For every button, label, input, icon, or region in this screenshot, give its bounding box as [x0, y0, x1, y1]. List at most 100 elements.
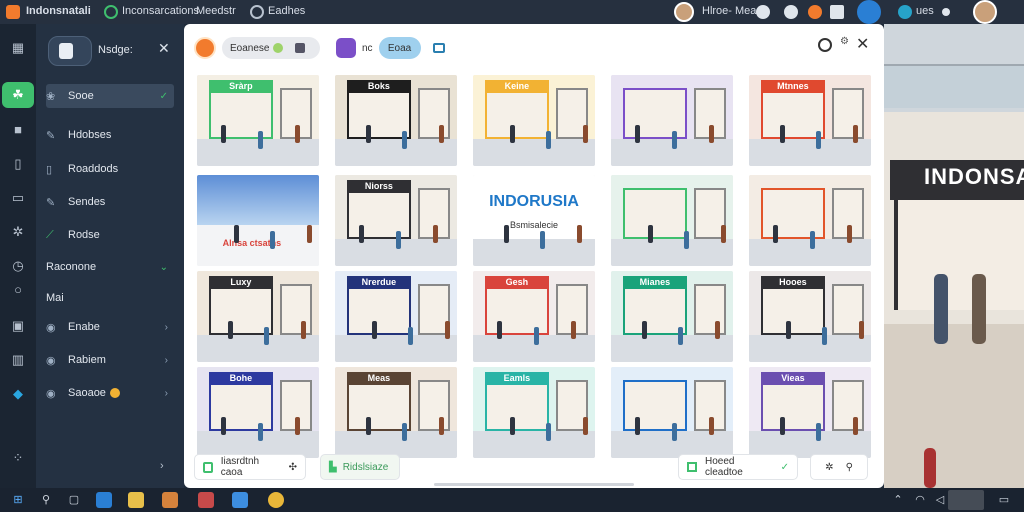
close-icon[interactable]: ✕: [856, 34, 869, 54]
menu-item-2[interactable]: Meedstr: [196, 5, 236, 17]
brand-icon[interactable]: [194, 37, 216, 59]
window-icon[interactable]: [432, 43, 445, 53]
gallery-thumbnail[interactable]: INDORUSIA Bsmisalecie: [473, 175, 595, 266]
thumbnail-person: [773, 225, 779, 244]
tag-icon: [295, 43, 306, 53]
image-icon[interactable]: ▭: [8, 188, 28, 208]
tab-label[interactable]: nc: [362, 43, 373, 54]
bottom-button-2[interactable]: ▙ Ridslsiaze: [320, 454, 400, 480]
more-icon[interactable]: [942, 8, 950, 16]
gallery-thumbnail[interactable]: [611, 175, 733, 266]
sidebar-item-10[interactable]: ◉ Saoaoe ›: [46, 381, 174, 405]
home-icon[interactable]: ☘: [2, 82, 34, 108]
gallery-thumbnail[interactable]: Sràrp: [197, 75, 319, 166]
gallery-thumbnail[interactable]: Mtnnes: [749, 75, 871, 166]
settings-icon[interactable]: ⚙: [840, 36, 849, 47]
chart-icon[interactable]: ▥: [8, 350, 28, 370]
sidebar-item-4[interactable]: ✎ Sendes: [46, 190, 174, 214]
thumbnail-person: [779, 417, 785, 436]
store-icon[interactable]: [198, 492, 214, 508]
thumbnail-person: [852, 417, 858, 436]
user-avatar[interactable]: [674, 2, 694, 22]
tray-icon[interactable]: ⌃: [890, 492, 906, 508]
sidebar-item-5[interactable]: ⟋ Rodse: [46, 223, 174, 247]
gallery-thumbnail[interactable]: Bohe: [197, 367, 319, 458]
whatsapp-icon[interactable]: [104, 5, 118, 19]
task-view-icon[interactable]: ▢: [66, 492, 82, 508]
gallery-thumbnail[interactable]: [611, 367, 733, 458]
user-label: Hlroe- Meao: [702, 5, 763, 17]
start-icon[interactable]: ⊞: [10, 492, 26, 508]
circle-icon[interactable]: ○: [8, 280, 28, 300]
bottom-button-3[interactable]: Hoeed cleadtoe ✓: [678, 454, 798, 480]
gallery-thumbnail[interactable]: Keine: [473, 75, 595, 166]
shield-icon[interactable]: ◆: [8, 384, 28, 404]
store-sign: INDONSAI: [924, 164, 1024, 189]
document-icon[interactable]: ▯: [8, 154, 28, 174]
gallery-thumbnail[interactable]: Nrerdue: [335, 271, 457, 362]
tools-button[interactable]: ✲ ⚲: [810, 454, 868, 480]
location-icon[interactable]: [756, 5, 770, 19]
sidebar-item-7[interactable]: Mai: [46, 286, 174, 310]
mail-icon[interactable]: [232, 492, 248, 508]
menu-item-3[interactable]: Eadhes: [268, 5, 305, 17]
collapse-icon[interactable]: ›: [160, 460, 164, 472]
chat-icon[interactable]: [250, 5, 264, 19]
clock[interactable]: [948, 490, 984, 510]
gallery-thumbnail[interactable]: [749, 175, 871, 266]
profile-avatar[interactable]: [973, 0, 997, 24]
sidebar-item-1[interactable]: ❀ Sooe ✓: [46, 84, 174, 108]
status-icon[interactable]: [898, 5, 912, 19]
thumbnail-person: [509, 417, 515, 436]
sidebar-item-9[interactable]: ◉ Rabiem ›: [46, 348, 174, 372]
grid-icon[interactable]: ▦: [8, 38, 28, 58]
window-icon[interactable]: ▣: [8, 316, 28, 336]
tab-icon[interactable]: [336, 38, 356, 58]
gallery-thumbnail[interactable]: Vieas: [749, 367, 871, 458]
thumbnail-person: [576, 225, 582, 244]
browser-icon[interactable]: [96, 492, 112, 508]
gallery-thumbnail[interactable]: Mianes: [611, 271, 733, 362]
gallery-thumbnail[interactable]: Niorss: [335, 175, 457, 266]
close-icon[interactable]: ✕: [158, 40, 170, 57]
sidebar-item-label: Roaddods: [68, 163, 119, 175]
square-icon: [687, 462, 697, 472]
record-icon[interactable]: [808, 5, 822, 19]
filter-pill[interactable]: Eoanese: [222, 37, 320, 59]
gallery-thumbnail[interactable]: Boks: [335, 75, 457, 166]
media-icon[interactable]: [830, 5, 844, 19]
gallery-thumbnail[interactable]: Meas: [335, 367, 457, 458]
gallery-thumbnail[interactable]: Hooes: [749, 271, 871, 362]
gallery-thumbnail[interactable]: Luxy: [197, 271, 319, 362]
gallery-thumbnail[interactable]: Eamls: [473, 367, 595, 458]
globe-icon[interactable]: [857, 0, 881, 24]
media-icon[interactable]: [268, 492, 284, 508]
notification-icon[interactable]: ▭: [996, 492, 1012, 508]
app-icon[interactable]: [162, 492, 178, 508]
search-icon[interactable]: ⚲: [38, 492, 54, 508]
gear-icon[interactable]: ✲: [8, 222, 28, 242]
gallery-thumbnail[interactable]: Alnsa ctsatns: [197, 175, 319, 266]
menu-item-1[interactable]: Inconsarcations: [122, 5, 199, 17]
sidebar-item-6[interactable]: Raconone ⌄: [46, 255, 174, 279]
sidebar-logo[interactable]: [48, 36, 92, 66]
apps-icon[interactable]: ⁘: [8, 448, 28, 468]
sidebar-item-3[interactable]: ▯ Roaddods: [46, 157, 174, 181]
folder-icon[interactable]: [128, 492, 144, 508]
gallery-thumbnail[interactable]: Gesh: [473, 271, 595, 362]
sidebar-item-2[interactable]: ✎ Hdobses: [46, 123, 174, 147]
thumbnail-floor: [611, 334, 733, 362]
folder-icon[interactable]: ■: [8, 120, 28, 140]
thumbnail-sign: INDORUSIA: [489, 193, 579, 206]
gallery-thumbnail[interactable]: [611, 75, 733, 166]
chevron-right-icon: ›: [164, 387, 168, 399]
wifi-icon[interactable]: ◠: [912, 492, 928, 508]
settings-icon[interactable]: [784, 5, 798, 19]
volume-icon[interactable]: ◁: [932, 492, 948, 508]
scrollbar[interactable]: [434, 483, 634, 486]
search-icon[interactable]: [818, 38, 832, 52]
clock-icon[interactable]: ◷: [8, 256, 28, 276]
sidebar-item-8[interactable]: ◉ Enabe ›: [46, 315, 174, 339]
bottom-button-1[interactable]: Iiasrdtnh caoa ✣: [194, 454, 306, 480]
tab-pill[interactable]: Eoaa: [378, 37, 421, 59]
